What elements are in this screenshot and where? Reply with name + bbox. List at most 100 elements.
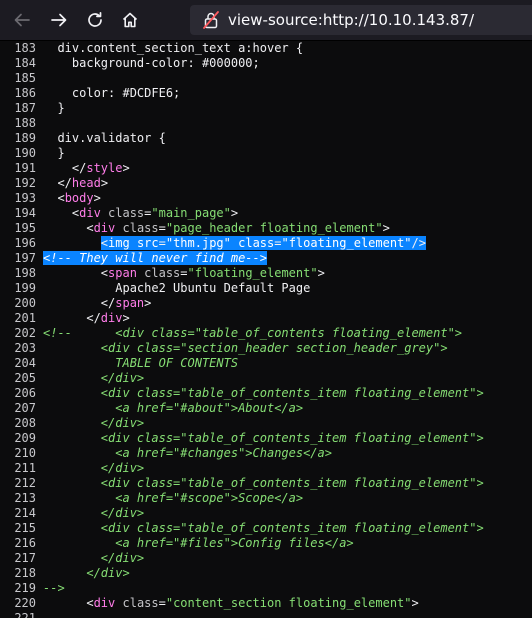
line-code: <!-- <div class="table_of_contents float… [43, 326, 462, 341]
line-code: --> [43, 581, 65, 596]
token-cmt: </div> [43, 566, 130, 580]
source-line: 186 color: #DCDFE6; [0, 86, 532, 101]
line-code: <div class="main_page"> [43, 206, 238, 221]
back-button[interactable] [8, 6, 36, 34]
line-code: div.validator { [43, 131, 166, 146]
token-txt: < [43, 266, 109, 280]
token-cmt: <!-- They will never find me--> [43, 251, 267, 265]
line-number: 219 [14, 581, 36, 595]
token-str: "thm.jpg" [165, 236, 231, 250]
token-cmt: --> [43, 581, 65, 595]
token-cmt: <a href="#changes">Changes</a> [43, 446, 332, 460]
source-line: 192 </head> [0, 176, 532, 191]
token-txt: </ [43, 176, 72, 190]
token-cmt: </div> [43, 551, 145, 565]
line-code: <div class="page_header floating_element… [43, 221, 390, 236]
line-number: 213 [14, 491, 36, 505]
token-txt: > [100, 176, 109, 190]
source-line: 200 </span> [0, 296, 532, 311]
token-attr: class [136, 266, 181, 280]
token-attr: src [129, 236, 159, 250]
source-line: 207 <a href="#about">About</a> [0, 401, 532, 416]
token-txt: </ [43, 296, 116, 310]
line-code: <div class="content_section floating_ele… [43, 596, 418, 611]
line-number: 190 [14, 146, 36, 160]
line-code: </div> [43, 506, 144, 521]
token-txt: = [180, 266, 188, 280]
line-number: 212 [14, 476, 36, 490]
line-code: <a href="#changes">Changes</a> [43, 446, 332, 461]
token-txt: </ [43, 311, 101, 325]
source-line: 189 div.validator { [0, 131, 532, 146]
reload-button[interactable] [81, 6, 109, 34]
token-txt: div.validator { [43, 131, 166, 145]
line-code: </div> [43, 416, 144, 431]
source-viewer[interactable]: 183 div.content_section_text a:hover {18… [0, 41, 532, 618]
token-cmt: <div class="table_of_contents_item float… [43, 521, 484, 535]
source-line: 187 } [0, 101, 532, 116]
source-line: 193 <body> [0, 191, 532, 206]
token-cmt: </div> [43, 416, 145, 430]
line-code: </span> [43, 296, 152, 311]
line-code: </div> [43, 566, 130, 581]
line-code: <a href="#files">Config files</a> [43, 536, 353, 551]
insecure-lock-icon[interactable] [200, 9, 222, 31]
selected-text: <img src="thm.jpg" class="floating_eleme… [100, 236, 426, 250]
line-code: TABLE OF CONTENTS [43, 356, 238, 371]
token-tag: div [100, 311, 123, 325]
token-txt: > [144, 296, 152, 310]
source-line: 202 <!-- <div class="table_of_contents fl… [0, 326, 532, 341]
line-code: </div> [43, 551, 144, 566]
line-number: 185 [14, 71, 36, 85]
line-number: 193 [14, 191, 36, 205]
line-number: 218 [14, 566, 36, 580]
source-line: 216 <a href="#files">Config files</a> [0, 536, 532, 551]
token-txt: > [382, 221, 390, 235]
source-line: 214 </div> [0, 506, 532, 521]
source-line: 190 } [0, 146, 532, 161]
source-line: 221 [0, 611, 532, 618]
line-code: </style> [43, 161, 130, 176]
url-bar[interactable]: view-source:http://10.10.143.87/ [190, 5, 532, 35]
line-code: <a href="#about">About</a> [43, 401, 303, 416]
line-code: <div class="table_of_contents_item float… [43, 476, 484, 491]
token-txt: } [43, 146, 65, 160]
source-line: 204 TABLE OF CONTENTS [0, 356, 532, 371]
line-number: 215 [14, 521, 36, 535]
home-button[interactable] [116, 6, 144, 34]
arrow-left-icon [14, 13, 30, 27]
token-txt: < [43, 206, 80, 220]
token-txt: } [43, 101, 65, 115]
line-number: 210 [14, 446, 36, 460]
token-txt: = [158, 236, 166, 250]
token-cmt: </div> [43, 461, 145, 475]
source-line: 184 background-color: #000000; [0, 56, 532, 71]
token-tag: head [71, 176, 101, 190]
token-txt: color: #DCDFE6; [43, 86, 181, 100]
token-attr: class [115, 221, 159, 235]
source-line: 205 </div> [0, 371, 532, 386]
token-str: "page_header floating_element" [165, 221, 383, 235]
line-number: 211 [14, 461, 36, 475]
token-cmt: <div class="table_of_contents_item float… [43, 386, 484, 400]
browser-toolbar: view-source:http://10.10.143.87/ [0, 0, 532, 41]
forward-button[interactable] [45, 6, 73, 34]
source-line: 194 <div class="main_page"> [0, 206, 532, 221]
token-txt: < [43, 596, 94, 610]
source-line: 218 </div> [0, 566, 532, 581]
line-number: 198 [14, 266, 36, 280]
line-number: 216 [14, 536, 36, 550]
source-line: 195 <div class="page_header floating_ele… [0, 221, 532, 236]
line-number: 214 [14, 506, 36, 520]
line-number: 208 [14, 416, 36, 430]
line-number: 188 [14, 116, 36, 130]
source-line: 206 <div class="table_of_contents_item f… [0, 386, 532, 401]
token-attr: class [230, 236, 275, 250]
line-number: 192 [14, 176, 36, 190]
line-code: </div> [43, 461, 144, 476]
line-code: } [43, 146, 65, 161]
token-txt: div.content_section_text a:hover { [43, 41, 304, 55]
token-cmt: <a href="#scope">Scope</a> [43, 491, 304, 505]
url-text[interactable]: view-source:http://10.10.143.87/ [228, 11, 474, 29]
